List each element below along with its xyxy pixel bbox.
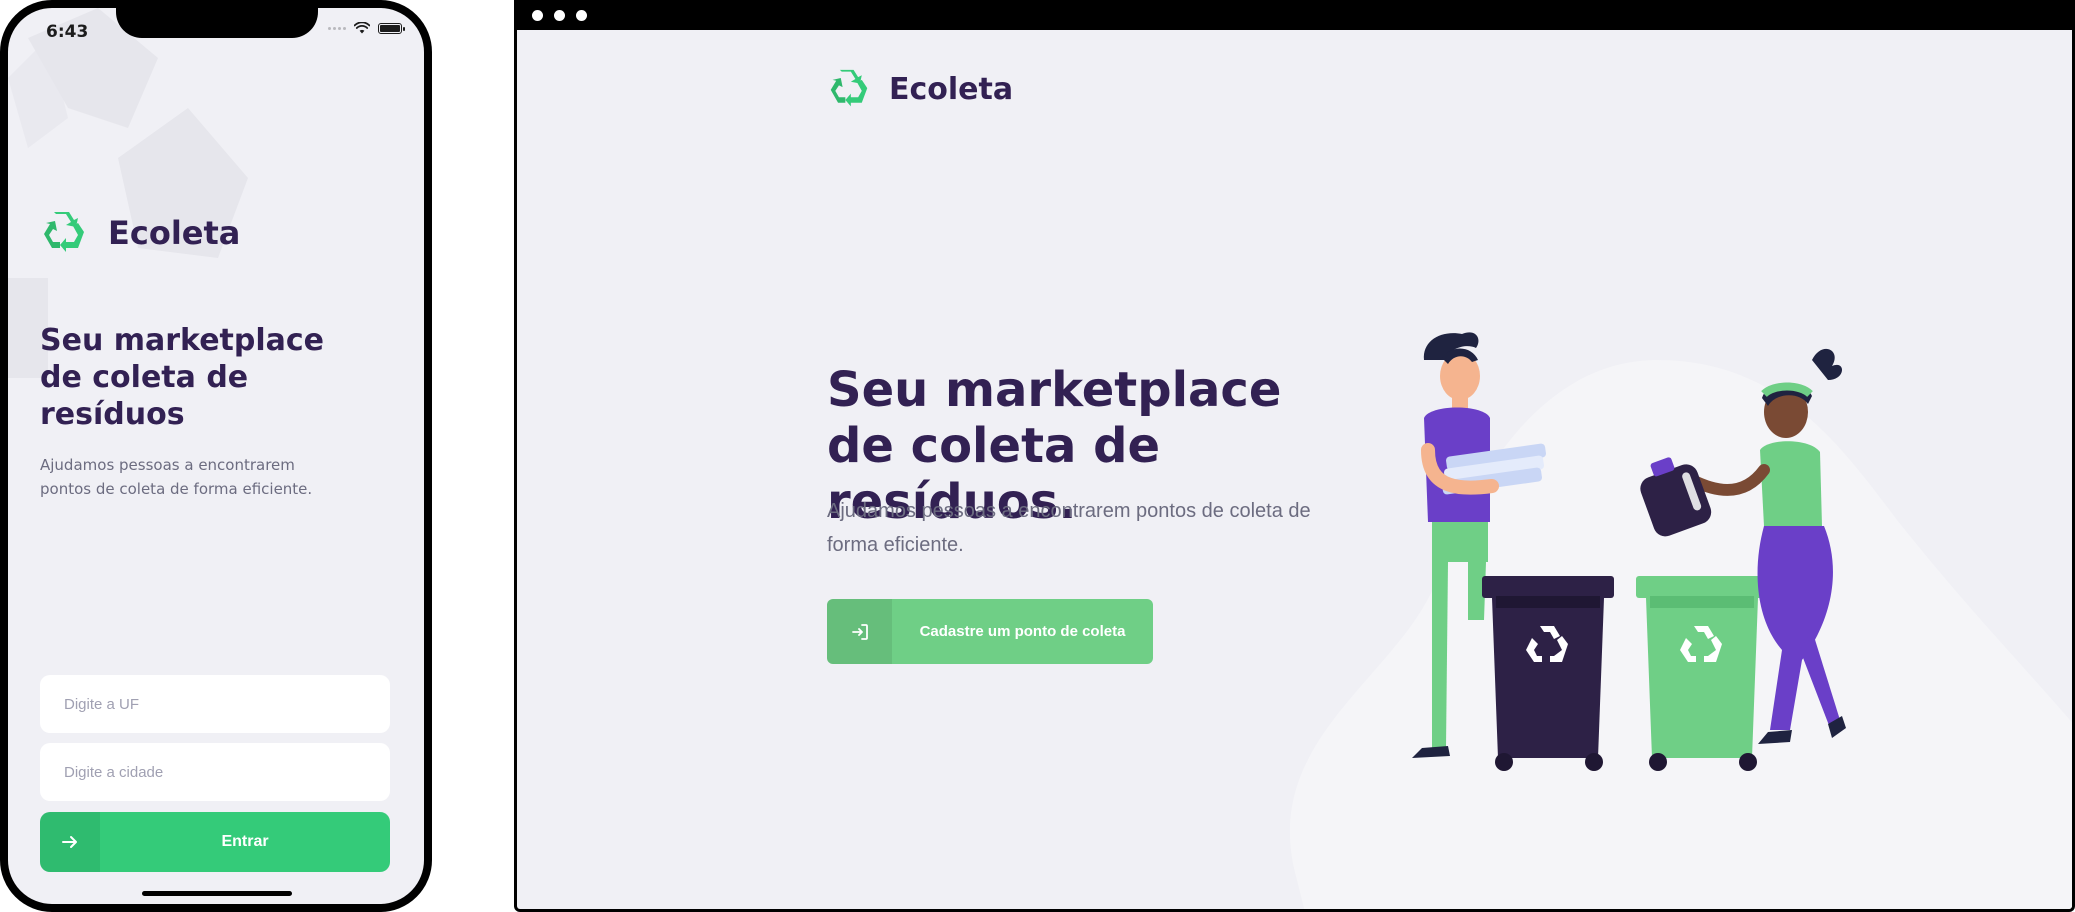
home-indicator bbox=[142, 891, 292, 896]
browser-window: Ecoleta Seu marketplace de coleta de res… bbox=[514, 0, 2075, 912]
brand-name: Ecoleta bbox=[108, 214, 241, 252]
window-control-dot[interactable] bbox=[576, 10, 587, 21]
register-button-label: Cadastre um ponto de coleta bbox=[919, 623, 1126, 640]
enter-button[interactable]: Entrar bbox=[40, 812, 390, 872]
enter-button-label: Entrar bbox=[221, 833, 269, 850]
log-in-icon bbox=[827, 599, 892, 664]
phone-mockup: 6:43 Ecoleta Seu marketplace de coleta d… bbox=[0, 0, 432, 912]
browser-title-bar bbox=[517, 0, 2072, 30]
status-time: 6:43 bbox=[46, 22, 89, 42]
register-collection-point-button[interactable]: Cadastre um ponto de coleta bbox=[827, 599, 1153, 664]
dark-recycling-bin bbox=[1482, 576, 1614, 771]
page-title: Seu marketplace de coleta de resíduos bbox=[40, 323, 325, 432]
recycle-logo-icon bbox=[830, 69, 868, 107]
recycling-people-illustration bbox=[1412, 332, 1846, 771]
arrow-right-icon bbox=[40, 812, 100, 872]
hero-description: Ajudamos pessoas a encontrarem pontos de… bbox=[827, 500, 1311, 556]
site-logo[interactable]: Ecoleta bbox=[827, 68, 1013, 110]
cellular-signal-icon bbox=[328, 26, 346, 30]
window-control-dot[interactable] bbox=[532, 10, 543, 21]
city-input[interactable] bbox=[40, 743, 390, 801]
phone-logo: Ecoleta bbox=[40, 210, 240, 256]
battery-icon bbox=[378, 22, 405, 34]
wifi-icon bbox=[354, 22, 370, 34]
page-description: Ajudamos pessoas a encontrarem pontos de… bbox=[40, 456, 313, 498]
green-recycling-bin bbox=[1636, 576, 1768, 771]
brand-name: Ecoleta bbox=[889, 71, 1014, 107]
status-icons bbox=[328, 22, 405, 34]
uf-input[interactable] bbox=[40, 675, 390, 733]
window-control-dot[interactable] bbox=[554, 10, 565, 21]
phone-notch bbox=[116, 8, 318, 38]
recycle-logo-icon bbox=[44, 212, 84, 252]
